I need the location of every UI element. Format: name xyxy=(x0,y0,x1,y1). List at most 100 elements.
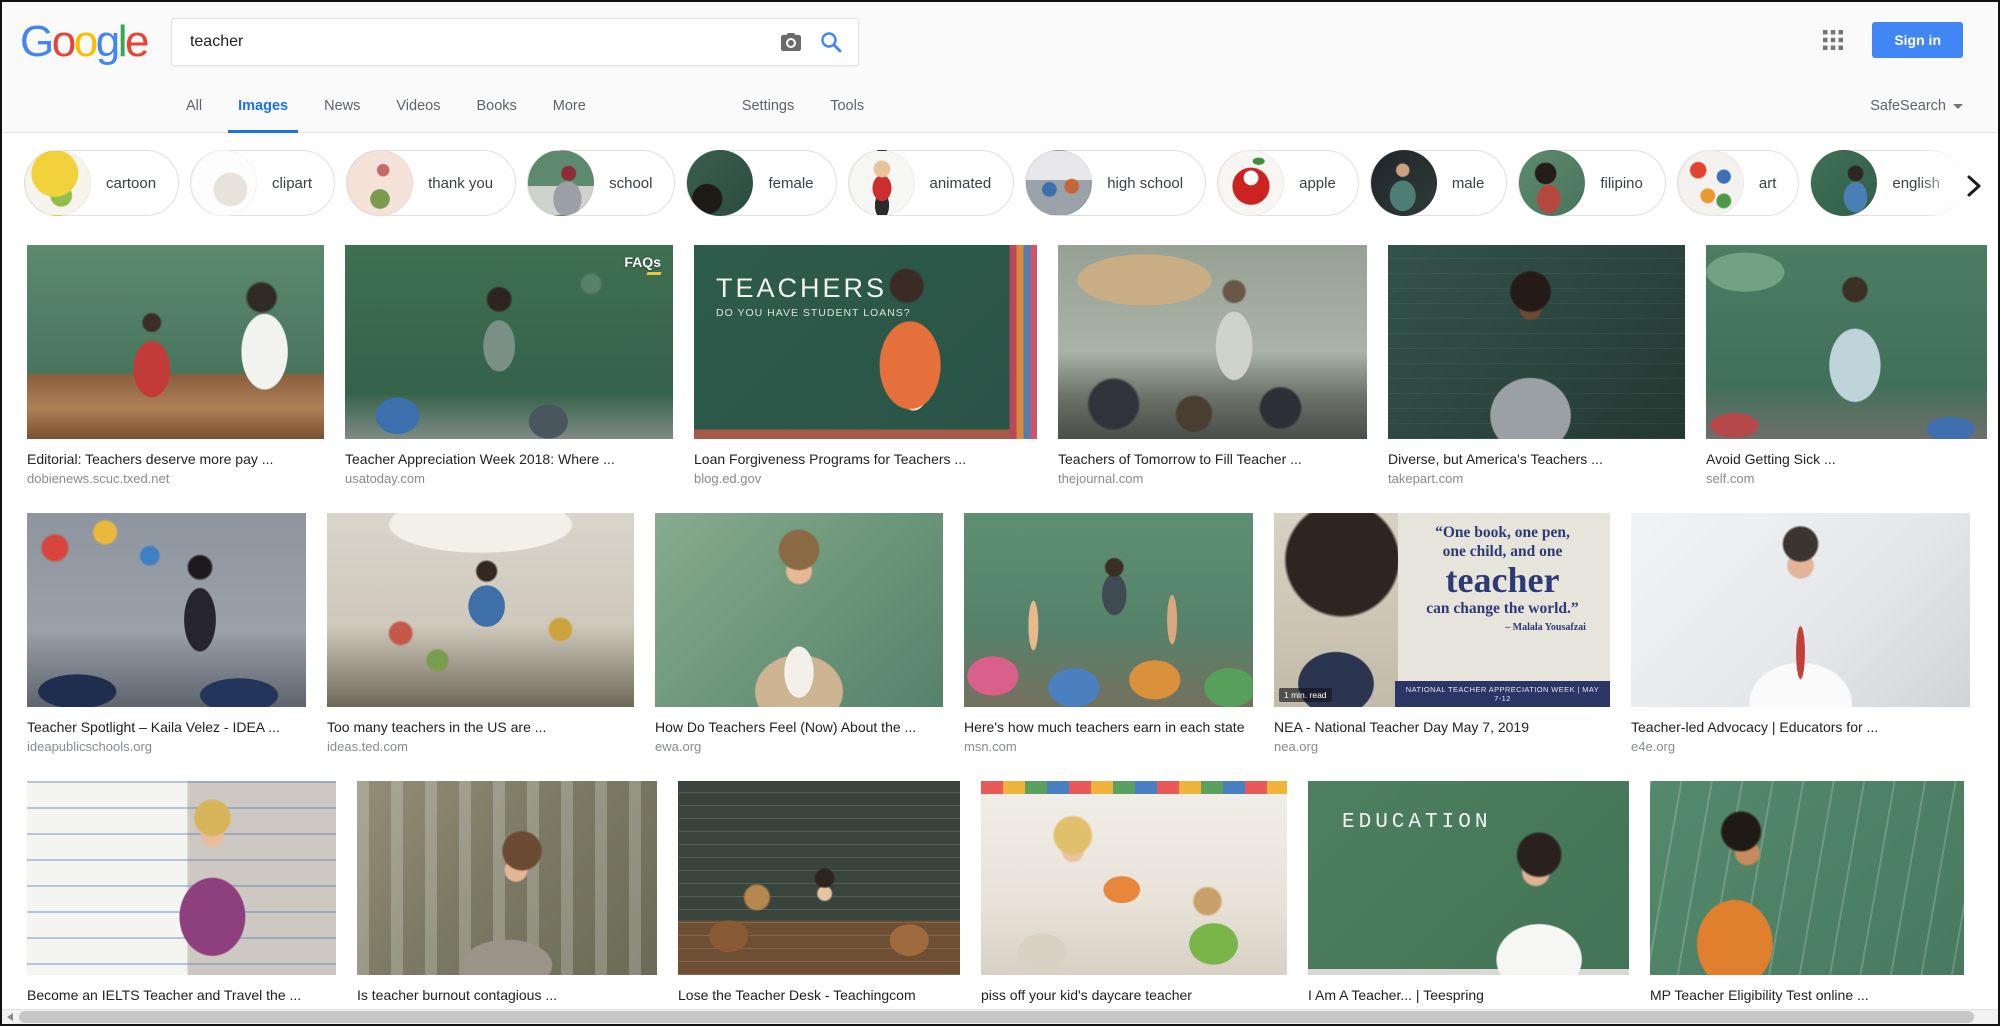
result-title[interactable]: Teacher Spotlight – Kaila Velez - IDEA .… xyxy=(27,719,306,735)
result-tile[interactable]: TEACHERS DO YOU HAVE STUDENT LOANS? Loan… xyxy=(694,245,1037,486)
result-title[interactable]: Loan Forgiveness Programs for Teachers .… xyxy=(694,451,1037,467)
result-image[interactable] xyxy=(27,513,306,707)
result-title[interactable]: Editorial: Teachers deserve more pay ... xyxy=(27,451,324,467)
search-input[interactable] xyxy=(190,33,764,51)
chip-filipino[interactable]: filipino xyxy=(1518,150,1666,216)
result-title[interactable]: Too many teachers in the US are ... xyxy=(327,719,634,735)
chip-high-school[interactable]: high school xyxy=(1025,150,1206,216)
tab-news[interactable]: News xyxy=(306,80,378,132)
result-image[interactable] xyxy=(1706,245,1987,439)
chip-english[interactable]: english xyxy=(1810,150,1963,216)
safesearch-menu[interactable]: SafeSearch xyxy=(1870,80,1963,132)
chip-school[interactable]: school xyxy=(527,150,675,216)
chip-clipart[interactable]: clipart xyxy=(190,150,335,216)
result-title[interactable]: Here's how much teachers earn in each st… xyxy=(964,719,1253,735)
chip-male[interactable]: male xyxy=(1370,150,1508,216)
result-image[interactable] xyxy=(1058,245,1367,439)
result-image[interactable] xyxy=(27,781,336,975)
result-tile[interactable]: “One book, one pen, one child, and one t… xyxy=(1274,513,1610,754)
result-tile[interactable]: Teacher-led Advocacy | Educators for ...… xyxy=(1631,513,1970,754)
result-tile[interactable]: Is teacher burnout contagious ... msutod… xyxy=(357,781,657,1022)
result-title[interactable]: Teachers of Tomorrow to Fill Teacher ... xyxy=(1058,451,1367,467)
faqs-badge: FAQs xyxy=(624,254,661,275)
chip-thumbnail xyxy=(687,150,753,216)
tools-menu[interactable]: Tools xyxy=(812,80,882,132)
result-domain: e4e.org xyxy=(1631,739,1970,754)
result-title[interactable]: NEA - National Teacher Day May 7, 2019 xyxy=(1274,719,1610,735)
result-tile[interactable]: Become an IELTS Teacher and Travel the .… xyxy=(27,781,336,1022)
tab-images[interactable]: Images xyxy=(220,80,306,132)
result-tile[interactable]: Editorial: Teachers deserve more pay ...… xyxy=(27,245,324,486)
results-row-1: Editorial: Teachers deserve more pay ...… xyxy=(27,245,1998,486)
result-title[interactable]: Become an IELTS Teacher and Travel the .… xyxy=(27,987,336,1003)
result-tile[interactable]: Avoid Getting Sick ... self.com xyxy=(1706,245,1987,486)
result-image[interactable] xyxy=(1631,513,1970,707)
result-image[interactable]: FAQs xyxy=(345,245,673,439)
read-time-badge: 1 min. read xyxy=(1279,688,1332,702)
chip-art[interactable]: art xyxy=(1677,150,1800,216)
result-tile[interactable]: FAQs Teacher Appreciation Week 2018: Whe… xyxy=(345,245,673,486)
result-domain: nea.org xyxy=(1274,739,1610,754)
result-tile[interactable]: Diverse, but America's Teachers ... take… xyxy=(1388,245,1685,486)
tab-more[interactable]: More xyxy=(535,80,604,132)
chip-cartoon[interactable]: cartoon xyxy=(24,150,179,216)
result-title[interactable]: piss off your kid's daycare teacher xyxy=(981,987,1287,1003)
result-tile[interactable]: How Do Teachers Feel (Now) About the ...… xyxy=(655,513,943,754)
result-title[interactable]: MP Teacher Eligibility Test online ... xyxy=(1650,987,1964,1003)
chip-apple[interactable]: apple xyxy=(1217,150,1359,216)
nav-tabs: All Images News Videos Books More Settin… xyxy=(2,80,1998,133)
result-image[interactable]: TEACHERS DO YOU HAVE STUDENT LOANS? xyxy=(694,245,1037,439)
image-overlay-text: TEACHERS DO YOU HAVE STUDENT LOANS? xyxy=(716,273,911,319)
result-image[interactable]: EDUCATION xyxy=(1308,781,1629,975)
result-title[interactable]: Teacher Appreciation Week 2018: Where ..… xyxy=(345,451,673,467)
chip-animated[interactable]: animated xyxy=(848,150,1015,216)
result-title[interactable]: I Am A Teacher... | Teespring xyxy=(1308,987,1629,1003)
camera-icon[interactable] xyxy=(778,29,804,55)
result-title[interactable]: Diverse, but America's Teachers ... xyxy=(1388,451,1685,467)
search-box[interactable] xyxy=(171,18,859,66)
apps-grid-icon[interactable] xyxy=(1820,27,1846,53)
result-tile[interactable]: Teachers of Tomorrow to Fill Teacher ...… xyxy=(1058,245,1367,486)
result-title[interactable]: How Do Teachers Feel (Now) About the ... xyxy=(655,719,943,735)
result-tile[interactable]: Here's how much teachers earn in each st… xyxy=(964,513,1253,754)
result-title[interactable]: Is teacher burnout contagious ... xyxy=(357,987,657,1003)
result-image[interactable] xyxy=(1650,781,1964,975)
result-image[interactable] xyxy=(327,513,634,707)
result-domain: usatoday.com xyxy=(345,471,673,486)
result-image[interactable] xyxy=(1388,245,1685,439)
result-image[interactable] xyxy=(981,781,1287,975)
chip-female[interactable]: female xyxy=(686,150,836,216)
horizontal-scrollbar[interactable] xyxy=(2,1009,1998,1024)
chip-thank-you[interactable]: thank you xyxy=(346,150,516,216)
chevron-down-icon xyxy=(1953,104,1963,109)
settings-menu[interactable]: Settings xyxy=(724,80,812,132)
result-image[interactable] xyxy=(655,513,943,707)
result-tile[interactable]: Lose the Teacher Desk - Teachingcom teac… xyxy=(678,781,960,1022)
result-title[interactable]: Lose the Teacher Desk - Teachingcom xyxy=(678,987,960,1003)
google-images-page: Google Sign in All Images News xyxy=(0,0,2000,1026)
tab-books[interactable]: Books xyxy=(458,80,534,132)
chips-scroll-right-icon[interactable] xyxy=(1958,171,1988,201)
result-tile[interactable]: Too many teachers in the US are ... idea… xyxy=(327,513,634,754)
google-logo[interactable]: Google xyxy=(20,16,147,68)
tab-all[interactable]: All xyxy=(168,80,220,132)
result-image[interactable] xyxy=(678,781,960,975)
scrollbar-thumb[interactable] xyxy=(19,1011,1974,1023)
result-title[interactable]: Avoid Getting Sick ... xyxy=(1706,451,1987,467)
scroll-left-arrow-icon[interactable] xyxy=(2,1010,18,1024)
result-tile[interactable]: MP Teacher Eligibility Test online ... i… xyxy=(1650,781,1964,1022)
result-image[interactable] xyxy=(357,781,657,975)
result-image[interactable] xyxy=(964,513,1253,707)
chip-thumbnail xyxy=(1371,150,1437,216)
result-tile[interactable]: EDUCATION I Am A Teacher... | Teespring … xyxy=(1308,781,1629,1022)
result-domain: ewa.org xyxy=(655,739,943,754)
chip-thumbnail xyxy=(347,150,413,216)
search-icon[interactable] xyxy=(818,29,844,55)
result-image-nea-quote[interactable]: “One book, one pen, one child, and one t… xyxy=(1274,513,1610,707)
tab-videos[interactable]: Videos xyxy=(378,80,458,132)
result-tile[interactable]: piss off your kid's daycare teacher toda… xyxy=(981,781,1287,1022)
sign-in-button[interactable]: Sign in xyxy=(1872,22,1963,58)
result-title[interactable]: Teacher-led Advocacy | Educators for ... xyxy=(1631,719,1970,735)
result-tile[interactable]: Teacher Spotlight – Kaila Velez - IDEA .… xyxy=(27,513,306,754)
result-image[interactable] xyxy=(27,245,324,439)
